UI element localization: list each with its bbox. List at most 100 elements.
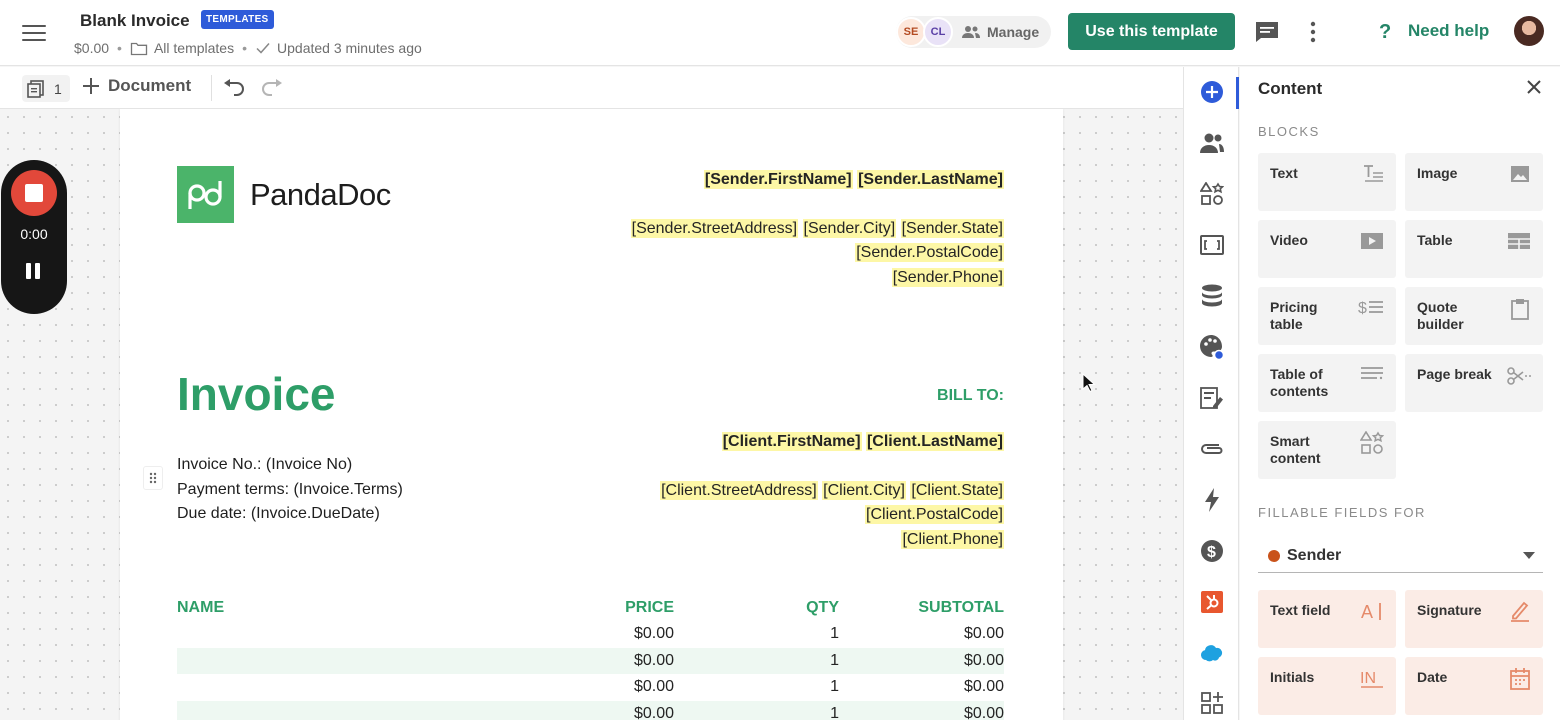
more-options-icon[interactable] bbox=[1309, 21, 1317, 43]
redo-icon[interactable] bbox=[260, 79, 284, 97]
cell-qty[interactable]: 1 bbox=[674, 678, 839, 696]
document-page[interactable]: PandaDoc [Sender.FirstName] [Sender.Last… bbox=[120, 109, 1063, 720]
avatar[interactable]: SE bbox=[896, 17, 926, 47]
user-avatar[interactable] bbox=[1514, 16, 1544, 46]
sender-first-name-field[interactable]: [Sender.FirstName] bbox=[703, 170, 853, 189]
invoice-title[interactable]: Invoice bbox=[177, 367, 336, 421]
database-icon[interactable] bbox=[1198, 282, 1226, 310]
sender-state-field[interactable]: [Sender.State] bbox=[900, 218, 1004, 238]
table-row[interactable]: $0.00 1 $0.00 bbox=[177, 700, 1004, 720]
design-palette-icon[interactable] bbox=[1198, 333, 1226, 361]
cell-price[interactable]: $0.00 bbox=[524, 678, 674, 696]
fillable-for-select[interactable]: Sender bbox=[1258, 539, 1543, 573]
signature-pen-icon bbox=[1511, 601, 1529, 622]
table-of-contents-block[interactable]: Table of contents bbox=[1258, 354, 1396, 412]
sender-last-name-field[interactable]: [Sender.LastName] bbox=[857, 170, 1004, 189]
quote-builder-block[interactable]: Quote builder bbox=[1405, 287, 1543, 345]
initials-icon: IN bbox=[1360, 670, 1383, 688]
initials-block[interactable]: Initials IN bbox=[1258, 657, 1396, 715]
pages-button[interactable]: 1 bbox=[22, 75, 70, 102]
video-block[interactable]: Video bbox=[1258, 220, 1396, 278]
signature-block[interactable]: Signature bbox=[1405, 590, 1543, 648]
menu-icon[interactable] bbox=[22, 22, 46, 42]
manage-button[interactable]: Manage bbox=[961, 24, 1039, 40]
automation-lightning-icon[interactable] bbox=[1198, 486, 1226, 514]
text-block[interactable]: Text bbox=[1258, 153, 1396, 211]
date-block[interactable]: Date bbox=[1405, 657, 1543, 715]
cell-qty[interactable]: 1 bbox=[674, 625, 839, 643]
table-of-contents-block-label: Table of contents bbox=[1270, 366, 1329, 399]
table-row[interactable]: $0.00 1 $0.00 bbox=[177, 647, 1004, 674]
table-block[interactable]: Table bbox=[1405, 220, 1543, 278]
cell-price[interactable]: $0.00 bbox=[524, 652, 674, 670]
use-template-button[interactable]: Use this template bbox=[1068, 13, 1235, 50]
client-block: [Client.FirstName] [Client.LastName] [Cl… bbox=[660, 430, 1004, 552]
client-phone-field[interactable]: [Client.Phone] bbox=[901, 529, 1004, 549]
table-header: NAME PRICE QTY SUBTOTAL bbox=[177, 595, 1004, 621]
page-break-block[interactable]: Page break bbox=[1405, 354, 1543, 412]
add-content-icon[interactable] bbox=[1198, 78, 1226, 106]
table-row[interactable]: $0.00 1 $0.00 bbox=[177, 674, 1004, 701]
sender-street-field[interactable]: [Sender.StreetAddress] bbox=[630, 218, 799, 238]
avatar[interactable]: CL bbox=[923, 17, 953, 47]
cell-qty[interactable]: 1 bbox=[674, 652, 839, 670]
embed-icon[interactable] bbox=[1198, 231, 1226, 259]
manage-label: Manage bbox=[987, 24, 1040, 40]
hubspot-icon[interactable] bbox=[1198, 588, 1226, 616]
payments-dollar-icon[interactable]: $ bbox=[1198, 537, 1226, 565]
cell-qty[interactable]: 1 bbox=[674, 705, 839, 720]
invoice-number[interactable]: Invoice No.: (Invoice No) bbox=[177, 453, 403, 478]
need-help-button[interactable]: ? Need help bbox=[1374, 20, 1489, 42]
collaborators[interactable]: SE CL Manage bbox=[896, 16, 1052, 48]
salesforce-icon[interactable] bbox=[1198, 639, 1226, 667]
drag-handle-icon[interactable] bbox=[143, 466, 163, 490]
stop-recording-button[interactable] bbox=[11, 170, 57, 216]
client-street-field[interactable]: [Client.StreetAddress] bbox=[660, 480, 818, 500]
bill-to-label[interactable]: BILL TO: bbox=[937, 387, 1004, 405]
client-last-name-field[interactable]: [Client.LastName] bbox=[865, 432, 1004, 451]
payment-terms[interactable]: Payment terms: (Invoice.Terms) bbox=[177, 478, 403, 503]
content-panel: Content BLOCKS Text Image Video Table Pr… bbox=[1240, 67, 1560, 720]
table-row[interactable]: $0.00 1 $0.00 bbox=[177, 621, 1004, 648]
recipients-icon[interactable] bbox=[1198, 129, 1226, 157]
document-title[interactable]: Blank Invoice bbox=[80, 11, 190, 31]
plus-icon bbox=[83, 78, 99, 94]
stop-icon bbox=[25, 184, 43, 202]
mouse-cursor-icon bbox=[1082, 373, 1096, 393]
folder-link[interactable]: All templates bbox=[154, 40, 234, 56]
sender-postal-field[interactable]: [Sender.PostalCode] bbox=[855, 243, 1004, 262]
pause-icon[interactable] bbox=[26, 263, 42, 279]
close-icon[interactable] bbox=[1526, 79, 1542, 95]
text-block-label: Text bbox=[1270, 165, 1298, 181]
column-header-price: PRICE bbox=[625, 599, 674, 616]
forms-icon[interactable] bbox=[1198, 384, 1226, 412]
client-first-name-field[interactable]: [Client.FirstName] bbox=[721, 432, 862, 451]
sender-city-field[interactable]: [Sender.City] bbox=[802, 218, 897, 238]
attachment-icon[interactable] bbox=[1198, 435, 1226, 463]
pricing-table-block[interactable]: Pricing table $ bbox=[1258, 287, 1396, 345]
screen-recorder: 0:00 bbox=[1, 160, 67, 314]
cell-price[interactable]: $0.00 bbox=[524, 705, 674, 720]
cell-subtotal: $0.00 bbox=[963, 625, 1004, 643]
text-field-block[interactable]: Text field A bbox=[1258, 590, 1396, 648]
due-date[interactable]: Due date: (Invoice.DueDate) bbox=[177, 502, 403, 527]
smart-content-block-label: Smart content bbox=[1270, 433, 1321, 466]
initials-label: Initials bbox=[1270, 669, 1315, 685]
client-city-field[interactable]: [Client.City] bbox=[822, 480, 906, 500]
image-block[interactable]: Image bbox=[1405, 153, 1543, 211]
top-bar: Blank Invoice TEMPLATES $0.00 • All temp… bbox=[0, 0, 1560, 66]
smart-content-block[interactable]: Smart content bbox=[1258, 421, 1396, 479]
cell-price[interactable]: $0.00 bbox=[524, 625, 674, 643]
client-state-field[interactable]: [Client.State] bbox=[910, 480, 1004, 500]
editor-toolbar: 1 Document bbox=[0, 67, 1183, 109]
client-postal-field[interactable]: [Client.PostalCode] bbox=[865, 505, 1004, 524]
sender-address-line: [Sender.StreetAddress] [Sender.City] [Se… bbox=[630, 217, 1004, 242]
pricing-table[interactable]: NAME PRICE QTY SUBTOTAL $0.00 1 $0.00 $0… bbox=[177, 595, 1004, 720]
add-document-button[interactable]: Document bbox=[82, 76, 191, 96]
sender-phone-field[interactable]: [Sender.Phone] bbox=[891, 267, 1004, 287]
shapes-icon[interactable] bbox=[1198, 180, 1226, 208]
chat-icon[interactable] bbox=[1254, 20, 1280, 44]
undo-icon[interactable] bbox=[222, 79, 246, 97]
apps-icon[interactable] bbox=[1198, 689, 1226, 717]
page-break-block-label: Page break bbox=[1417, 366, 1492, 382]
